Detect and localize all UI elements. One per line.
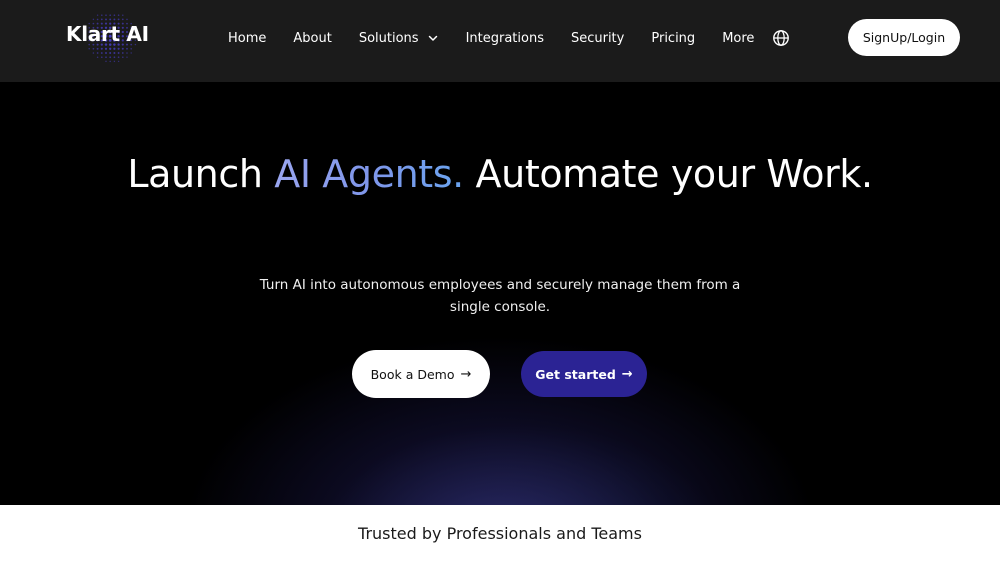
hero-subtext: Turn AI into autonomous employees and se…: [259, 277, 741, 315]
nav-item-label: Home: [228, 30, 267, 46]
nav-item-solutions[interactable]: Solutions: [359, 31, 439, 46]
nav-item-label: Solutions: [358, 30, 419, 46]
top-navbar: Klart AI Home About Solutions Integratio…: [0, 0, 1000, 82]
headline-highlight: AI Agents.: [274, 152, 464, 196]
arrow-right-icon: →: [460, 366, 472, 382]
main-nav: Home About Solutions Integrations Securi…: [228, 28, 754, 48]
arrow-right-icon: →: [621, 366, 633, 382]
trusted-title: Trusted by Professionals and Teams: [358, 524, 642, 543]
page: Klart AI Home About Solutions Integratio…: [0, 0, 1000, 563]
signup-login-button[interactable]: SignUp/Login: [848, 19, 960, 56]
chevron-down-icon: [428, 35, 437, 41]
hero-headline: Launch AI Agents. Automate your Work.: [0, 148, 1000, 200]
nav-item-label: Security: [570, 30, 625, 46]
globe-icon[interactable]: [772, 29, 790, 47]
nav-item-more[interactable]: More: [722, 31, 754, 46]
book-demo-button[interactable]: Book a Demo →: [352, 350, 490, 398]
nav-item-label: About: [293, 30, 332, 46]
nav-item-security[interactable]: Security: [571, 31, 624, 46]
nav-item-label: Integrations: [465, 30, 544, 46]
nav-item-home[interactable]: Home: [228, 31, 266, 46]
nav-item-label: Pricing: [651, 30, 696, 46]
brand-name: Klart AI: [66, 22, 149, 46]
book-demo-label: Book a Demo: [370, 366, 455, 382]
hero-section: Launch AI Agents. Automate your Work. Tu…: [0, 82, 1000, 505]
nav-item-label: More: [722, 30, 755, 46]
headline-end: Automate your Work.: [463, 152, 874, 196]
nav-item-about[interactable]: About: [293, 31, 331, 46]
nav-item-integrations[interactable]: Integrations: [466, 31, 544, 46]
headline-start: Launch: [127, 152, 275, 196]
nav-item-pricing[interactable]: Pricing: [651, 31, 695, 46]
get-started-label: Get started: [535, 366, 616, 382]
get-started-button[interactable]: Get started →: [521, 351, 647, 397]
trusted-section: Trusted by Professionals and Teams: [0, 505, 1000, 563]
brand-logo[interactable]: Klart AI: [64, 8, 156, 66]
